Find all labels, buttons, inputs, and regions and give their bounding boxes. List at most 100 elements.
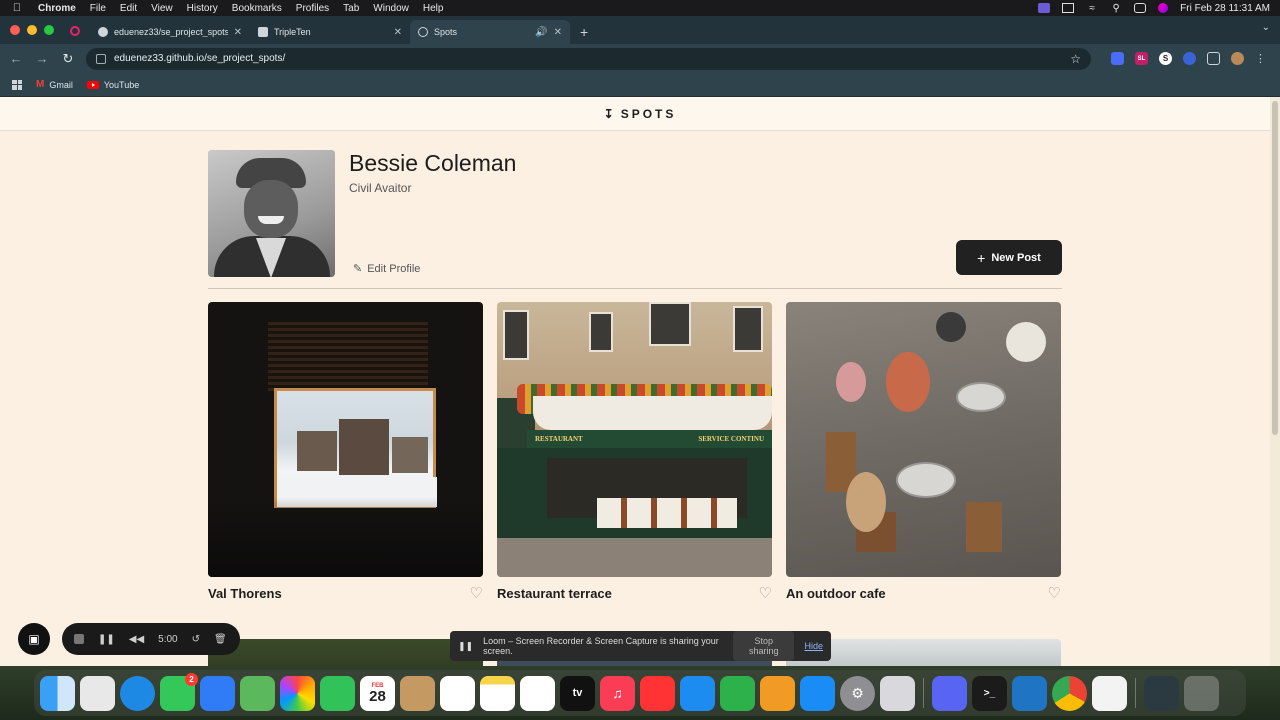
maps-icon[interactable] xyxy=(240,675,275,711)
spots-logo[interactable]: ↧ SPOTS xyxy=(604,107,677,121)
card-image-outdoor-cafe[interactable] xyxy=(786,302,1061,577)
extension-shield-icon[interactable] xyxy=(1111,52,1124,65)
keynote-icon[interactable] xyxy=(680,675,715,711)
iphone-mirroring-icon[interactable] xyxy=(880,675,915,711)
loom-camera-button[interactable]: ▣ xyxy=(18,623,50,655)
control-center-icon[interactable] xyxy=(1134,3,1147,13)
bookmark-star-icon[interactable]: ☆ xyxy=(1070,52,1081,66)
stop-recording-icon[interactable] xyxy=(74,634,84,644)
page-scrollbar[interactable] xyxy=(1270,97,1280,666)
spotlight-search-icon[interactable]: ⚲ xyxy=(1110,3,1122,14)
browser-menu-icon[interactable]: ⋮ xyxy=(1255,52,1266,65)
close-tab-icon[interactable]: ✕ xyxy=(234,27,242,38)
heart-icon[interactable]: ♡ xyxy=(759,584,772,602)
notes-window-icon[interactable] xyxy=(1092,675,1127,711)
menubar-datetime[interactable]: Fri Feb 28 11:31 AM xyxy=(1180,3,1270,14)
menu-history[interactable]: History xyxy=(187,3,218,14)
contacts-icon[interactable] xyxy=(400,675,435,711)
loom-status-icon[interactable] xyxy=(1038,3,1051,13)
stop-sharing-button[interactable]: Stop sharing xyxy=(733,631,795,661)
extension-sl-icon[interactable]: SL xyxy=(1135,52,1148,65)
card-image-restaurant-terrace[interactable]: RESTAURANT SERVICE CONTINU xyxy=(497,302,772,577)
recording-tab-icon[interactable] xyxy=(70,26,80,36)
edit-profile-button[interactable]: ✎ Edit Profile xyxy=(353,262,420,276)
finder-icon[interactable] xyxy=(40,675,75,711)
photos-icon[interactable] xyxy=(280,675,315,711)
card-image-val-thorens[interactable] xyxy=(208,302,483,577)
url-text[interactable]: eduenez33.github.io/se_project_spots/ xyxy=(114,53,285,64)
profile-avatar[interactable] xyxy=(1231,52,1244,65)
tab-search-icon[interactable]: ⌄ xyxy=(1262,22,1270,33)
calendar-day: 28 xyxy=(369,687,386,705)
close-tab-icon[interactable]: ✕ xyxy=(554,27,562,38)
menu-app-name[interactable]: Chrome xyxy=(38,3,76,14)
news-icon[interactable] xyxy=(640,675,675,711)
calendar-icon[interactable]: FEB 28 xyxy=(360,675,395,711)
facetime-icon[interactable] xyxy=(320,675,355,711)
minimized-window-icon[interactable] xyxy=(1144,675,1179,711)
apple-tv-icon[interactable]: tv xyxy=(560,675,595,711)
reminders-icon[interactable] xyxy=(440,675,475,711)
freeform-icon[interactable] xyxy=(520,675,555,711)
window-layout-icon[interactable] xyxy=(1062,3,1075,13)
back-arrow-icon[interactable]: ← xyxy=(8,51,24,66)
menu-edit[interactable]: Edit xyxy=(120,3,137,14)
tab-github[interactable]: eduenez33/se_project_spots ✕ xyxy=(90,20,250,44)
menu-help[interactable]: Help xyxy=(423,3,444,14)
extension-s-icon[interactable]: S xyxy=(1159,52,1172,65)
discord-icon[interactable] xyxy=(932,675,967,711)
tab-tripleten[interactable]: TripleTen ✕ xyxy=(250,20,410,44)
messages-icon[interactable]: 2 xyxy=(160,672,198,711)
menu-profiles[interactable]: Profiles xyxy=(296,3,329,14)
address-bar[interactable]: eduenez33.github.io/se_project_spots/ ☆ xyxy=(86,47,1091,70)
safari-icon[interactable] xyxy=(120,675,155,711)
site-info-icon[interactable] xyxy=(96,53,106,64)
forward-arrow-icon[interactable]: → xyxy=(34,51,50,66)
menu-window[interactable]: Window xyxy=(373,3,409,14)
restart-icon[interactable]: ↺ xyxy=(192,634,200,645)
hide-banner-button[interactable]: Hide xyxy=(804,641,823,651)
new-post-button[interactable]: + New Post xyxy=(956,240,1062,275)
terminal-icon[interactable]: >_ xyxy=(972,675,1007,711)
launchpad-icon[interactable] xyxy=(80,675,115,711)
siri-icon[interactable] xyxy=(1158,3,1169,13)
card-image[interactable] xyxy=(208,639,483,666)
close-tab-icon[interactable]: ✕ xyxy=(394,27,402,38)
menu-bookmarks[interactable]: Bookmarks xyxy=(232,3,282,14)
music-icon[interactable]: ♫ xyxy=(600,675,635,711)
trash-icon[interactable]: 🗑 xyxy=(214,634,227,645)
macos-dock: 2 FEB 28 tv ♫ ⚙ >_ xyxy=(34,670,1246,716)
notes-icon[interactable] xyxy=(480,675,515,711)
trash-icon[interactable] xyxy=(1184,675,1219,711)
menu-file[interactable]: File xyxy=(90,3,106,14)
mail-icon[interactable] xyxy=(200,675,235,711)
card-footer: An outdoor cafe ♡ xyxy=(786,577,1061,609)
pages-icon[interactable] xyxy=(760,675,795,711)
heart-icon[interactable]: ♡ xyxy=(470,584,483,602)
pause-icon[interactable]: ❚❚ xyxy=(98,634,115,645)
rewind-icon[interactable]: ◀◀ xyxy=(129,634,144,645)
tab-spots[interactable]: Spots 🔊 ✕ xyxy=(410,20,570,44)
chrome-icon[interactable] xyxy=(1052,675,1087,711)
bookmark-gmail[interactable]: M Gmail xyxy=(36,79,73,90)
wifi-icon[interactable]: ≈ xyxy=(1086,3,1098,14)
numbers-icon[interactable] xyxy=(720,675,755,711)
system-settings-icon[interactable]: ⚙ xyxy=(840,675,875,711)
extension-people-icon[interactable] xyxy=(1183,52,1196,65)
minimize-window-button[interactable] xyxy=(27,25,37,35)
heart-icon[interactable]: ♡ xyxy=(1048,584,1061,602)
menu-view[interactable]: View xyxy=(151,3,173,14)
speaker-icon[interactable]: 🔊 xyxy=(535,27,547,38)
extensions-puzzle-icon[interactable] xyxy=(1207,52,1220,65)
apps-grid-icon[interactable] xyxy=(12,79,22,90)
close-window-button[interactable] xyxy=(10,25,20,35)
zoom-window-button[interactable] xyxy=(44,25,54,35)
reload-icon[interactable]: ↻ xyxy=(60,51,76,67)
new-tab-button[interactable]: + xyxy=(580,24,588,40)
bookmark-youtube[interactable]: YouTube xyxy=(86,80,139,90)
app-store-icon[interactable] xyxy=(800,675,835,711)
menu-tab[interactable]: Tab xyxy=(343,3,359,14)
apple-icon[interactable]:  xyxy=(10,2,24,14)
scrollbar-thumb[interactable] xyxy=(1272,101,1278,435)
vscode-icon[interactable] xyxy=(1012,675,1047,711)
